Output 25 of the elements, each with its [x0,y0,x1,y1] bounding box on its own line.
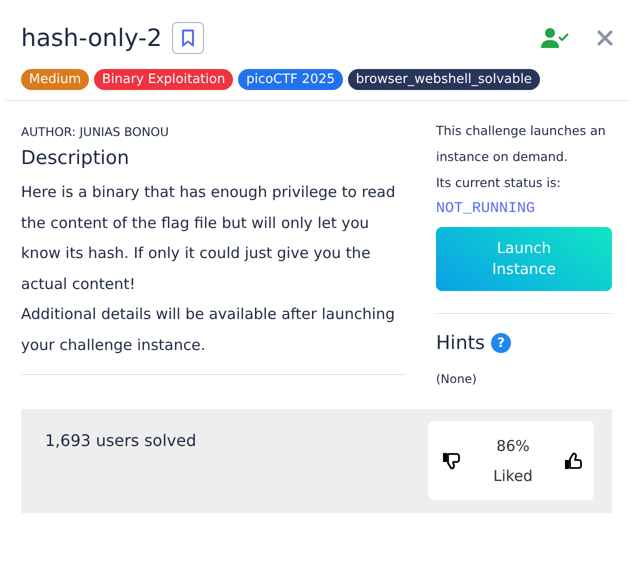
solved-count: 1,693 users solved [45,431,196,452]
launch-instance-button[interactable]: Launch Instance [436,227,612,291]
tag: Medium [21,69,89,90]
section-heading: Description [21,147,130,169]
description-text: Here is a binary that has enough privilege to read the content of the flag file but will only let you know its hash. If only it could just give you the actual content! [21,182,396,294]
hints-heading: Hints [436,332,485,354]
bookmark-icon [181,29,196,47]
thumbs-up-button[interactable] [564,452,584,470]
instance-status: NOT_RUNNING [436,200,536,217]
tag: picoCTF 2025 [238,69,343,90]
liked-label: Liked [493,466,533,484]
user-check-icon [541,27,569,49]
help-icon[interactable]: ? [490,333,511,353]
hints-text: (None) [436,372,478,386]
instance-info-text: This challenge launches an instance on demand. [436,122,607,166]
close-button[interactable] [597,30,613,46]
tag: browser_webshell_solvable [348,69,540,90]
tag: Binary Exploitation [94,69,234,90]
instance-info-text: Its current status is: [436,174,562,192]
author-label: AUTHOR: JUNIAS BONOU [21,125,170,139]
bookmark-button[interactable] [172,22,204,54]
thumbs-down-button[interactable] [442,452,462,470]
challenge-title: hash-only-2 [21,24,162,52]
liked-percent: 86% [496,436,530,454]
description-text: Additional details will be available after launching your challenge instance. [21,304,396,356]
